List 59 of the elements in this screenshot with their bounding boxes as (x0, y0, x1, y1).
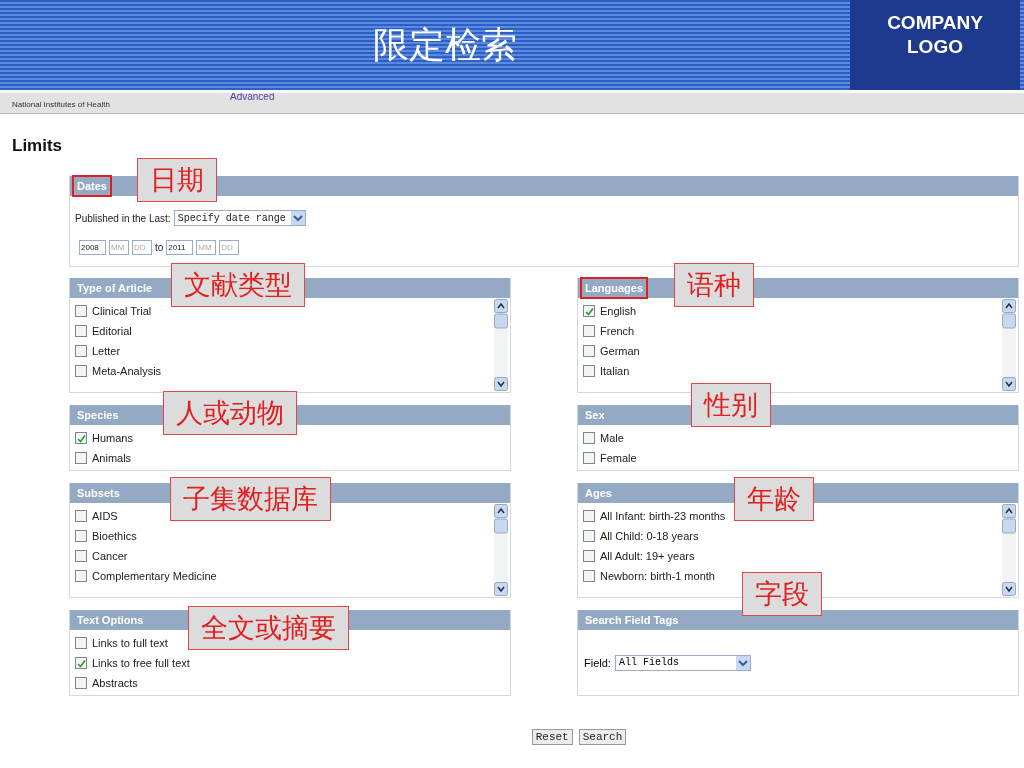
field-select[interactable]: All Fields (614, 654, 751, 671)
day-field[interactable]: DD (219, 240, 240, 255)
option-label: Clinical Trial (92, 305, 152, 317)
option-label: Cancer (92, 550, 128, 562)
option-label: German (600, 345, 640, 357)
callout-label: 字段 (742, 572, 822, 616)
panel-title: Dates (72, 175, 112, 197)
day-field[interactable]: DD (132, 240, 152, 255)
option-label: Italian (600, 365, 630, 377)
option-label: Links to full text (92, 637, 168, 649)
year-field[interactable]: 2011 (166, 240, 194, 255)
option-label: English (600, 305, 637, 317)
to-label: to (155, 242, 164, 253)
option-label: Male (600, 432, 624, 444)
option-label: Animals (92, 452, 132, 464)
callout-label: 语种 (674, 263, 754, 307)
panel-title: Ages (584, 486, 613, 501)
panel-title: Subsets (76, 486, 121, 501)
option-label: Female (600, 452, 637, 464)
field-label: Published in the Last: (75, 212, 171, 224)
field-label: Field: (584, 656, 611, 669)
panel-title: Type of Article (76, 281, 154, 296)
option-label: Bioethics (92, 530, 137, 542)
company-logo: COMPANY LOGO (850, 0, 1020, 90)
option-label: Meta-Analysis (92, 365, 162, 377)
option-label: All Child: 0-18 years (600, 530, 699, 542)
agency-name: National Institutes of Health (12, 100, 111, 111)
panel-title: Sex (584, 408, 606, 423)
page-title: Limits (12, 136, 64, 156)
month-field[interactable]: MM (109, 240, 129, 255)
form-button[interactable]: Reset (531, 729, 573, 745)
panel-title: Search Field Tags (584, 613, 680, 628)
callout-label: 人或动物 (163, 391, 297, 435)
callout-label: 日期 (137, 158, 217, 202)
callout-label: 全文或摘要 (188, 606, 349, 650)
option-label: Links to free full text (92, 657, 190, 669)
year-field[interactable]: 2008 (79, 240, 106, 255)
form-button[interactable]: Search (578, 729, 627, 745)
option-label: Complementary Medicine (92, 570, 217, 582)
panel-title: Text Options (76, 613, 145, 628)
option-label: All Infant: birth-23 months (600, 510, 726, 522)
option-label: Abstracts (92, 677, 138, 689)
option-label: Letter (92, 345, 121, 357)
option-label: AIDS (92, 510, 118, 522)
callout-label: 文献类型 (171, 263, 305, 307)
advanced-link[interactable]: Advanced (230, 93, 275, 102)
option-label: French (600, 325, 635, 337)
slide-title: 限定检索 (373, 23, 517, 67)
panel-title: Languages (580, 277, 649, 299)
option-label: Editorial (92, 325, 132, 337)
option-label: Newborn: birth-1 month (600, 570, 715, 582)
option-label: All Adult: 19+ years (600, 550, 695, 562)
callout-label: 年龄 (734, 477, 814, 521)
callout-label: 性别 (691, 383, 771, 427)
month-field[interactable]: MM (196, 240, 217, 255)
callout-label: 子集数据库 (170, 477, 331, 521)
option-label: Humans (92, 432, 133, 444)
panel-title: Species (76, 408, 120, 423)
date-range-select[interactable]: Specify date range (173, 210, 306, 226)
